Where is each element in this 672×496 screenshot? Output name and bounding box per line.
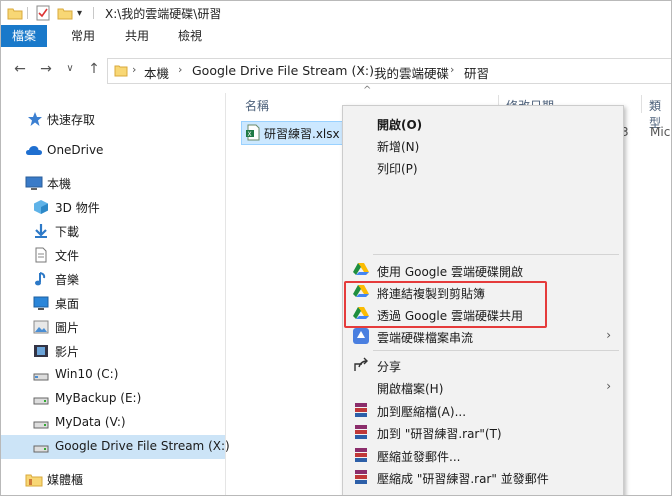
menu-item-add-to-rar[interactable]: 加到 "研習練習.rar"(T)	[343, 421, 623, 443]
breadcrumb-drive[interactable]: Google Drive File Stream (X:)	[192, 63, 374, 78]
nav-item-quick-access[interactable]: 快速存取	[1, 107, 225, 131]
navigation-pane: 快速存取 OneDrive 本機 3D 物件 下載 文件 音樂 桌面 圖片 影片…	[1, 93, 230, 495]
address-folder-icon	[114, 63, 128, 80]
window-title: X:\我的雲端硬碟\研習	[105, 7, 222, 21]
nav-item-drive-c[interactable]: Win10 (C:)	[1, 363, 225, 387]
chevron-right-icon[interactable]: ›	[360, 63, 364, 76]
column-divider[interactable]	[641, 95, 642, 113]
pane-divider	[225, 93, 226, 495]
download-icon	[33, 223, 49, 239]
winrar-icon	[353, 469, 369, 485]
nav-item-desktop[interactable]: 桌面	[1, 291, 225, 315]
new-folder-icon[interactable]	[57, 5, 73, 21]
title-bar: ▾ X:\我的雲端硬碟\研習	[1, 1, 671, 25]
winrar-icon	[353, 447, 369, 463]
column-header-type[interactable]: 類型	[649, 97, 671, 130]
ribbon-tabs: 檔案 常用 共用 檢視	[1, 25, 671, 48]
column-header-name[interactable]: 名稱	[245, 97, 269, 119]
chevron-right-icon[interactable]: ›	[132, 63, 136, 76]
explorer-window: ▾ X:\我的雲端硬碟\研習 檔案 常用 共用 檢視 ← → ∨ ↑ › 本機 …	[0, 0, 672, 496]
menu-item-add-to-archive[interactable]: 加到壓縮檔(A)...	[343, 399, 623, 421]
file-name: 研習練習.xlsx	[264, 127, 340, 141]
menu-item-drive-file-stream[interactable]: 雲端硬碟檔案串流 ›	[343, 325, 623, 347]
nav-item-3d-objects[interactable]: 3D 物件	[1, 195, 225, 219]
menu-item-compress-rar-email[interactable]: 壓縮成 "研習練習.rar" 並發郵件	[343, 466, 623, 488]
back-icon[interactable]: ←	[11, 60, 29, 78]
excel-file-icon: X	[245, 124, 261, 144]
address-bar[interactable]: › 本機 › Google Drive File Stream (X:) › 我…	[107, 58, 671, 84]
picture-icon	[33, 319, 49, 335]
cloud-icon	[25, 143, 42, 159]
drive-icon	[33, 439, 49, 455]
tab-file[interactable]: 檔案	[1, 25, 47, 47]
menu-item-print[interactable]: 列印(P)	[343, 156, 623, 178]
nav-item-this-pc[interactable]: 本機	[1, 171, 225, 195]
submenu-arrow-icon: ›	[606, 328, 611, 342]
nav-item-videos[interactable]: 影片	[1, 339, 225, 363]
menu-item-share[interactable]: 分享	[343, 354, 623, 376]
nav-item-onedrive[interactable]: OneDrive	[1, 139, 225, 163]
nav-item-libraries[interactable]: 媒體櫃	[1, 467, 225, 491]
document-icon	[33, 247, 49, 263]
menu-item-compress-email[interactable]: 壓縮並發郵件...	[343, 444, 623, 466]
nav-item-downloads[interactable]: 下載	[1, 219, 225, 243]
chevron-right-icon[interactable]: ›	[450, 63, 454, 76]
recent-dropdown-icon[interactable]: ∨	[61, 60, 79, 78]
menu-item-open-with[interactable]: 開啟檔案(H) ›	[343, 376, 623, 398]
menu-item-open[interactable]: 開啟(O)	[343, 112, 623, 134]
drive-stream-icon	[353, 328, 369, 344]
winrar-icon	[353, 424, 369, 440]
tab-home[interactable]: 常用	[59, 25, 107, 47]
navigation-row: ← → ∨ ↑ › 本機 › Google Drive File Stream …	[1, 47, 671, 93]
drive-icon	[33, 415, 49, 431]
nav-item-drive-e[interactable]: MyBackup (E:)	[1, 387, 225, 411]
video-icon	[33, 343, 49, 359]
tab-view[interactable]: 檢視	[166, 25, 214, 47]
chevron-right-icon[interactable]: ›	[178, 63, 182, 76]
star-icon	[27, 111, 43, 127]
file-type-partial: Mic	[650, 125, 671, 139]
menu-separator	[373, 254, 619, 255]
nav-item-drive-v[interactable]: MyData (V:)	[1, 411, 225, 435]
menu-item-new[interactable]: 新增(N)	[343, 134, 623, 156]
sort-ascending-icon: ^	[363, 85, 372, 96]
winrar-icon	[353, 402, 369, 418]
cube-icon	[33, 199, 49, 215]
menu-separator	[373, 350, 619, 351]
breadcrumb-my-drive[interactable]: 我的雲端硬碟	[374, 63, 449, 82]
submenu-arrow-icon: ›	[606, 379, 611, 393]
music-icon	[33, 271, 49, 287]
svg-text:X: X	[248, 131, 252, 138]
nav-item-documents[interactable]: 文件	[1, 243, 225, 267]
nav-item-drive-x[interactable]: Google Drive File Stream (X:)	[1, 435, 230, 459]
google-drive-icon	[353, 262, 369, 278]
library-icon	[25, 471, 43, 487]
up-icon[interactable]: ↑	[85, 60, 103, 78]
breadcrumb-folder[interactable]: 研習	[464, 63, 489, 82]
computer-icon	[25, 175, 43, 191]
desktop-icon	[33, 295, 49, 311]
drive-icon	[33, 367, 49, 383]
forward-icon[interactable]: →	[37, 60, 55, 78]
annotation-highlight-box	[344, 281, 547, 328]
breadcrumb-this-pc[interactable]: 本機	[144, 63, 169, 82]
share-icon	[353, 357, 369, 373]
nav-item-pictures[interactable]: 圖片	[1, 315, 225, 339]
file-row-selected[interactable]: X 研習練習.xlsx	[241, 121, 343, 145]
nav-item-music[interactable]: 音樂	[1, 267, 225, 291]
properties-icon[interactable]	[35, 5, 51, 21]
folder-icon	[7, 5, 23, 21]
menu-item-open-with-drive[interactable]: 使用 Google 雲端硬碟開啟	[343, 259, 623, 281]
tab-share[interactable]: 共用	[113, 25, 161, 47]
qat-dropdown-icon[interactable]: ▾	[77, 5, 82, 21]
drive-icon	[33, 391, 49, 407]
